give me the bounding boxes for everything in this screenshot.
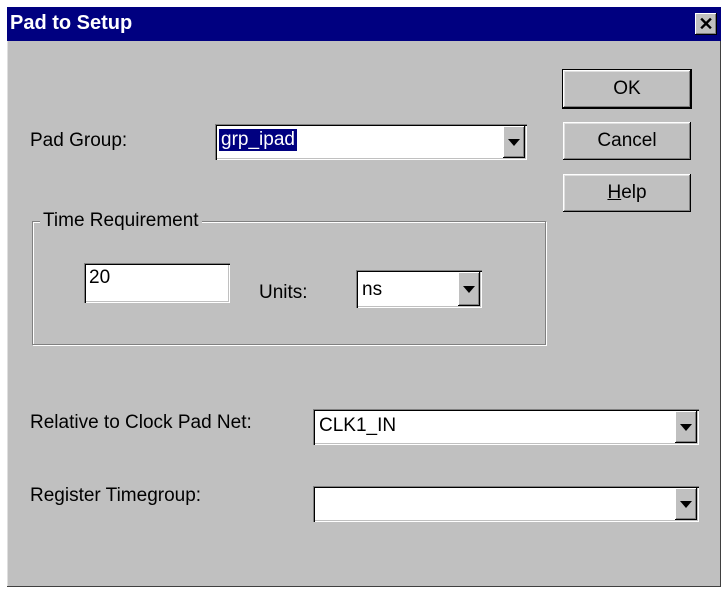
register-timegroup-dropdown-button[interactable] — [675, 488, 697, 520]
units-value: ns — [362, 279, 383, 300]
units-label: Units: — [259, 282, 308, 303]
title-bar[interactable]: Pad to Setup ✕ — [7, 7, 721, 41]
pad-group-value: grp_ipad — [219, 129, 297, 151]
pad-group-dropdown-button[interactable] — [503, 126, 525, 158]
ok-button[interactable]: OK — [562, 69, 692, 109]
cancel-button[interactable]: Cancel — [563, 122, 691, 160]
register-timegroup-label: Register Timegroup: — [30, 485, 202, 506]
dropdown-arrow-icon — [463, 285, 475, 293]
clock-pad-net-value: CLK1_IN — [319, 415, 397, 436]
units-dropdown-button[interactable] — [458, 272, 480, 306]
cancel-button-label: Cancel — [597, 130, 657, 151]
help-button-label: Help — [607, 182, 647, 203]
dropdown-arrow-icon — [680, 423, 692, 431]
time-requirement-title: Time Requirement — [40, 210, 202, 232]
close-icon: ✕ — [698, 14, 714, 34]
clock-pad-net-dropdown[interactable]: CLK1_IN — [313, 409, 699, 445]
time-requirement-value: 20 — [89, 267, 111, 288]
time-requirement-input[interactable]: 20 — [84, 263, 230, 303]
units-dropdown[interactable]: ns — [356, 270, 482, 308]
pad-group-label: Pad Group: — [30, 130, 128, 151]
register-timegroup-dropdown[interactable] — [313, 486, 699, 522]
help-button[interactable]: Help — [563, 174, 691, 212]
close-button[interactable]: ✕ — [695, 13, 717, 35]
clock-pad-net-label: Relative to Clock Pad Net: — [30, 412, 252, 433]
dropdown-arrow-icon — [680, 500, 692, 508]
pad-to-setup-dialog: Pad to Setup ✕ OK Cancel Help Pad Group:… — [7, 7, 721, 587]
window-title: Pad to Setup — [10, 12, 133, 34]
dropdown-arrow-icon — [508, 138, 520, 146]
clock-pad-net-dropdown-button[interactable] — [675, 411, 697, 443]
ok-button-label: OK — [613, 78, 641, 99]
pad-group-dropdown[interactable]: grp_ipad — [215, 124, 527, 160]
